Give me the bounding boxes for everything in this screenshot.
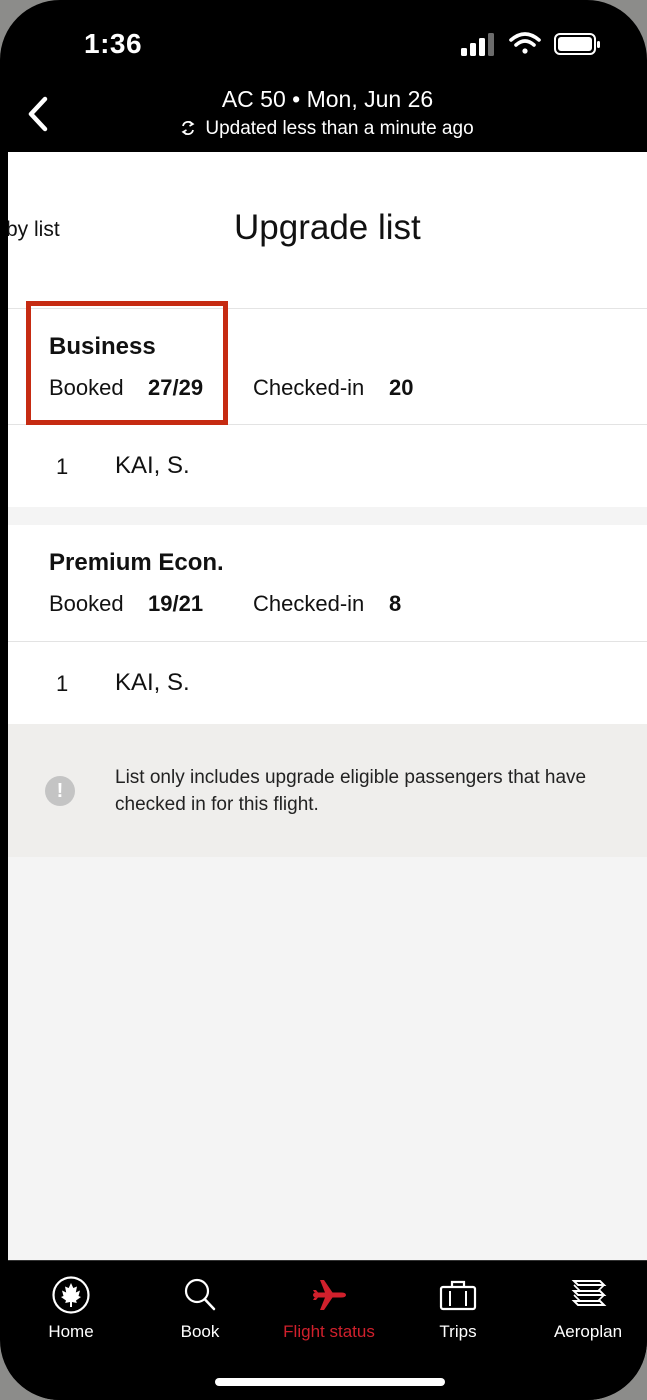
main-content[interactable]: by list Upgrade list Business Booked 27/… [8, 152, 647, 1260]
previous-page-title[interactable]: by list [8, 218, 60, 242]
checked-in-label: Checked-in [253, 375, 365, 400]
notice-text: List only includes upgrade eligible pass… [115, 767, 587, 815]
refresh-icon [181, 120, 195, 136]
page-header: by list Upgrade list [8, 152, 647, 309]
tab-aeroplan[interactable]: Aeroplan [528, 1261, 647, 1361]
tab-flight-status[interactable]: Flight status [269, 1261, 389, 1361]
passenger-name: KAI, S. [115, 669, 190, 696]
passenger-position: 1 [56, 454, 69, 479]
tab-label: Aeroplan [553, 1322, 623, 1341]
cabin-summary-premium-economy: Premium Econ. Booked 19/21 Checked-in 8 [8, 525, 647, 641]
status-time: 1:36 [84, 28, 143, 59]
exclamation-icon: ! [45, 776, 75, 806]
tab-label: Trips [439, 1322, 477, 1341]
cellular-signal-icon [461, 33, 494, 56]
list-item[interactable]: 1 KAI, S. [8, 425, 647, 507]
checked-in-value: 8 [389, 591, 402, 616]
page-title: Upgrade list [234, 208, 421, 247]
cabin-name: Premium Econ. [49, 549, 224, 576]
highlight-annotation-box [26, 301, 228, 425]
passenger-name: KAI, S. [115, 452, 190, 479]
aeroplan-icon [571, 1280, 607, 1306]
battery-icon [554, 33, 600, 55]
navigation-header: AC 50 • Mon, Jun 26 Updated less than a … [8, 80, 647, 152]
wifi-icon [509, 32, 541, 54]
home-indicator[interactable] [215, 1378, 445, 1386]
maple-leaf-icon [52, 1276, 90, 1314]
search-icon [184, 1278, 216, 1311]
phone-screen: 1:36 AC 50 • Mon, Jun 26 Updated less th… [0, 0, 647, 1400]
flight-title: AC 50 • Mon, Jun 26 [221, 86, 434, 112]
tab-label: Book [180, 1322, 220, 1341]
tab-trips[interactable]: Trips [398, 1261, 518, 1361]
tab-home[interactable]: Home [11, 1261, 131, 1361]
status-icons [461, 32, 600, 56]
booked-value: 19/21 [148, 591, 204, 616]
tab-label: Home [48, 1322, 94, 1341]
info-notice: ! List only includes upgrade eligible pa… [8, 724, 647, 857]
passenger-position: 1 [56, 671, 69, 696]
update-status-text: Updated less than a minute ago [205, 118, 474, 139]
tab-label: Flight status [283, 1322, 375, 1341]
update-status: Updated less than a minute ago [8, 118, 647, 140]
airplane-icon [313, 1280, 346, 1310]
status-bar: 1:36 [0, 0, 647, 80]
checked-in-label: Checked-in [253, 591, 365, 616]
list-item[interactable]: 1 KAI, S. [8, 642, 647, 724]
booked-label: Booked [49, 591, 124, 616]
tab-book[interactable]: Book [140, 1261, 260, 1361]
suitcase-icon [439, 1280, 477, 1311]
checked-in-value: 20 [389, 375, 414, 400]
